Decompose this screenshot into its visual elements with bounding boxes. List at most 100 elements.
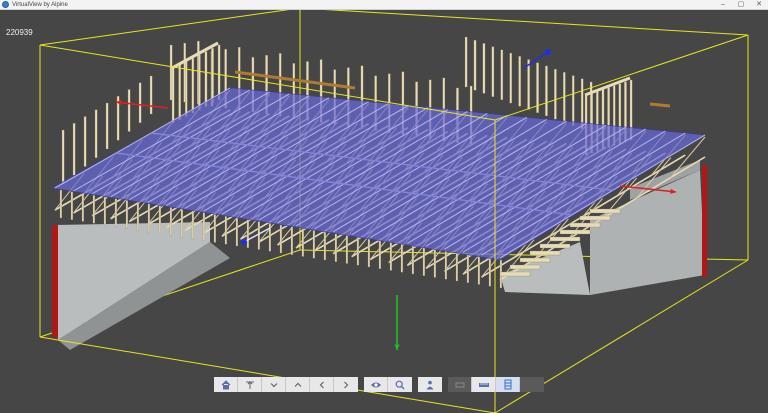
axis-x-arrow	[115, 101, 169, 109]
truss-end-web	[477, 256, 480, 285]
truss-end-web	[59, 189, 62, 219]
home-button[interactable]	[214, 377, 238, 392]
wall-stud	[178, 64, 181, 120]
wall-stud	[571, 75, 575, 126]
window-controls: – ▢ ✕	[714, 0, 768, 10]
wall-stud	[518, 56, 521, 107]
truss-end-web	[279, 224, 282, 254]
truss-end-web	[455, 252, 458, 282]
header-beam	[649, 102, 671, 108]
truss-end-web	[169, 207, 172, 236]
wall-stud	[127, 89, 131, 132]
truss-end-web	[125, 200, 128, 229]
wall-stud	[83, 116, 87, 167]
wall-stud	[217, 44, 221, 101]
sill-plate	[52, 225, 58, 337]
wall-stud	[94, 109, 98, 158]
tilt-down-button[interactable]	[262, 377, 286, 392]
truss-end-web	[81, 193, 84, 222]
measure-button[interactable]	[472, 377, 496, 392]
chevron-up-icon	[294, 382, 301, 387]
home-icon	[221, 379, 230, 389]
truss-end-web	[488, 258, 491, 287]
stair-tread	[509, 264, 541, 270]
dim-icon	[455, 382, 464, 387]
axis-z-handle	[241, 239, 247, 245]
view-group	[364, 377, 412, 392]
wall-stud	[554, 68, 557, 120]
navigation-group	[214, 377, 358, 392]
stair-tread	[529, 250, 561, 256]
truss-end-web	[213, 214, 216, 243]
chevron-right-icon	[344, 381, 349, 388]
wall-stud	[149, 75, 153, 115]
wall-stud	[72, 123, 76, 176]
wall-stud	[509, 52, 512, 104]
truss-end-web	[92, 195, 95, 224]
truss-end-web	[345, 235, 348, 264]
wall-stud	[138, 82, 142, 123]
wall-stud	[491, 46, 495, 97]
wall-stud	[545, 65, 548, 117]
truss-end-web	[356, 237, 359, 266]
top-view-icon	[245, 380, 254, 389]
truss-end-web	[103, 196, 106, 226]
truss-end-web	[378, 240, 381, 269]
truss-model-render[interactable]	[0, 10, 768, 413]
walkthrough-button[interactable]	[418, 377, 442, 392]
stair-tread	[569, 222, 601, 228]
truss-end-web	[114, 198, 117, 227]
truss-end-web	[246, 219, 249, 248]
truss-end-web	[224, 216, 227, 245]
stair-tread	[549, 236, 581, 242]
stair-tread	[559, 229, 591, 235]
truss-end-web	[191, 210, 194, 240]
person-view-icon	[426, 380, 434, 389]
wall-stud	[473, 40, 477, 91]
person-group	[418, 377, 442, 392]
truss-end-web	[268, 223, 271, 252]
visibility-button[interactable]	[364, 377, 388, 392]
wall-stud	[198, 54, 201, 111]
maximize-button[interactable]: ▢	[732, 0, 750, 10]
wall-stud	[191, 57, 195, 114]
zoom-icon	[395, 380, 405, 389]
truss-end-web	[180, 209, 183, 238]
job-number: 220939	[6, 28, 33, 37]
stair-tread	[519, 257, 551, 263]
truss-end-web	[158, 205, 161, 234]
3d-viewport[interactable]: 220939	[0, 10, 768, 413]
chevron-left-icon	[319, 381, 324, 388]
stair-tread	[589, 208, 621, 214]
axis-y-arrow-head	[394, 344, 400, 350]
bounding-box-edge	[39, 336, 496, 413]
stair-tread	[579, 215, 611, 221]
wall-stud	[105, 102, 109, 150]
dimension-button[interactable]	[448, 377, 472, 392]
wall-stud	[61, 129, 65, 185]
extra-tool-button[interactable]	[520, 377, 544, 392]
truss-end-web	[367, 238, 370, 268]
title-bar: VirtualView by Alpine – ▢ ✕	[0, 0, 768, 10]
truss-end-web	[202, 212, 205, 241]
truss-end-web	[422, 247, 425, 276]
sill-plate	[702, 165, 707, 277]
wall-stud	[500, 49, 504, 101]
close-button[interactable]: ✕	[750, 0, 768, 10]
truss-end-web	[444, 251, 447, 280]
truss-end-web	[136, 202, 139, 231]
eye-icon	[370, 382, 381, 387]
truss-end-web	[400, 244, 403, 273]
rotate-right-button[interactable]	[334, 377, 358, 392]
tools-group	[448, 377, 544, 392]
wall-stud	[482, 43, 486, 94]
minimize-button[interactable]: –	[714, 0, 732, 10]
zoom-button[interactable]	[388, 377, 412, 392]
truss-end-web	[257, 221, 260, 250]
stair-tread	[499, 271, 531, 277]
layers-button[interactable]	[496, 377, 520, 392]
rotate-left-button[interactable]	[310, 377, 334, 392]
measure-icon	[478, 382, 489, 387]
tilt-up-button[interactable]	[286, 377, 310, 392]
top-view-button[interactable]	[238, 377, 262, 392]
